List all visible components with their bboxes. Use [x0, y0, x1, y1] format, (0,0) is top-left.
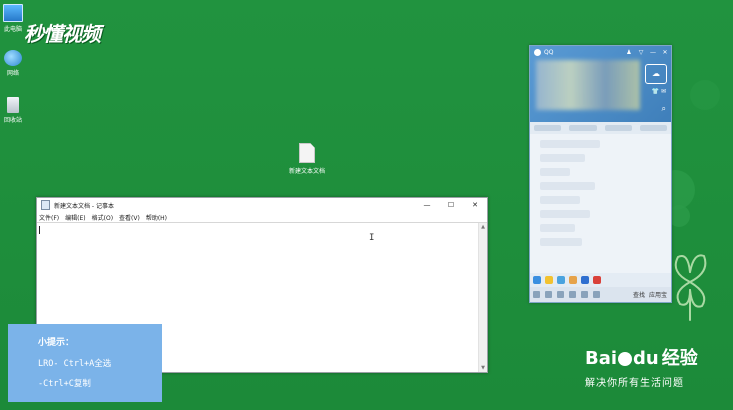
menu-file[interactable]: 文件(F) [39, 213, 59, 222]
list-item[interactable] [540, 238, 582, 246]
folder-icon[interactable] [581, 291, 588, 298]
desktop-text-file[interactable]: 新建文本文档 [288, 143, 326, 175]
text-file-icon [299, 143, 315, 163]
qq-penguin-icon [534, 48, 541, 56]
close-button[interactable]: ✕ [463, 198, 487, 212]
desktop-icon-this-pc[interactable]: 此电脑 [0, 4, 26, 33]
desktop-icon-label: 网络 [6, 70, 19, 77]
notepad-titlebar[interactable]: 新建文本文档 - 记事本 — ☐ ✕ [37, 198, 487, 212]
settings-gear-icon[interactable] [545, 291, 552, 298]
tip-title: 小提示： [38, 338, 75, 348]
qq-profile-blurred[interactable] [536, 60, 640, 110]
recycle-bin-icon [7, 97, 19, 113]
list-item[interactable] [540, 196, 580, 204]
qq-header: QQ ♟ ▽ — ✕ ☁ 👕 ✉ ⌕ [530, 46, 671, 122]
qq-title: QQ [544, 48, 554, 56]
qq-app-icon[interactable] [557, 276, 565, 284]
baidu-logo-left: Bai [585, 348, 618, 369]
menu-help[interactable]: 帮助(H) [146, 213, 167, 222]
qq-app-icon[interactable] [569, 276, 577, 284]
menu-format[interactable]: 格式(O) [92, 213, 113, 222]
tip-box: 小提示： LRO- Ctrl+A全选 -Ctrl+C复制 [8, 324, 162, 402]
qq-app-icon[interactable] [581, 276, 589, 284]
baidu-logo-right: du [633, 348, 659, 369]
baidu-paw-icon [618, 352, 633, 366]
network-globe-icon [4, 50, 22, 66]
desktop-icon-recycle-bin[interactable]: 回收站 [0, 97, 26, 124]
find-icon[interactable] [593, 291, 600, 298]
four-leaf-decoration-icon [674, 254, 707, 321]
qq-minimize-button[interactable]: — [647, 49, 659, 56]
qq-tab-bar [530, 122, 671, 134]
computer-icon [3, 4, 23, 22]
desktop-file-label: 新建文本文档 [288, 168, 325, 175]
text-caret [39, 226, 40, 234]
notepad-app-icon [41, 200, 50, 210]
file-icon[interactable] [569, 291, 576, 298]
qq-main-panel: QQ ♟ ▽ — ✕ ☁ 👕 ✉ ⌕ 查找 应用宝 [529, 45, 672, 303]
qq-skin-button[interactable]: ♟ [623, 49, 635, 56]
menu-view[interactable]: 查看(V) [119, 213, 140, 222]
qq-app-icon[interactable] [593, 276, 601, 284]
weather-cloud-icon[interactable]: ☁ [645, 64, 667, 84]
qq-app-icons-row [530, 273, 671, 287]
list-item[interactable] [540, 140, 600, 148]
scroll-up-icon[interactable]: ▲ [479, 223, 487, 231]
qq-app-icon[interactable] [533, 276, 541, 284]
qq-tab[interactable] [534, 125, 562, 131]
qq-status-icons[interactable]: 👕 ✉ [652, 88, 666, 95]
minimize-button[interactable]: — [415, 198, 439, 212]
qq-app-icon[interactable] [545, 276, 553, 284]
miaodong-logo: 秒懂视频 [24, 22, 101, 46]
baidu-jingyan-watermark: Bai du 经验 解决你所有生活问题 [585, 344, 725, 389]
notepad-menubar: 文件(F) 编辑(E) 格式(O) 查看(V) 帮助(H) [37, 212, 487, 222]
qq-close-button[interactable]: ✕ [659, 49, 671, 56]
qq-titlebar[interactable]: QQ ♟ ▽ — ✕ [530, 46, 671, 58]
list-item[interactable] [540, 224, 575, 232]
scroll-down-icon[interactable]: ▼ [479, 364, 487, 372]
ibeam-cursor-icon: I [369, 233, 375, 243]
list-item[interactable] [540, 154, 585, 162]
sound-icon[interactable] [557, 291, 564, 298]
qq-tab[interactable] [569, 125, 597, 131]
qq-tab[interactable] [604, 125, 632, 131]
decor-circle [690, 80, 720, 110]
desktop-icon-label: 此电脑 [3, 26, 22, 33]
baidu-logo: Bai du 经验 [585, 344, 725, 370]
qq-contact-list[interactable] [530, 134, 671, 272]
list-item[interactable] [540, 182, 595, 190]
qq-menu-button[interactable]: ▽ [635, 49, 647, 56]
qq-tab[interactable] [639, 125, 667, 131]
desktop-icon-network[interactable]: 网络 [0, 50, 26, 77]
menu-edit[interactable]: 编辑(E) [65, 213, 85, 222]
list-item[interactable] [540, 168, 570, 176]
tip-line-2: -Ctrl+C复制 [38, 379, 91, 389]
baidu-slogan: 解决你所有生活问题 [585, 378, 684, 389]
main-menu-icon[interactable] [533, 291, 540, 298]
tip-line-1: LRO- Ctrl+A全选 [38, 359, 112, 369]
maximize-button[interactable]: ☐ [439, 198, 463, 212]
search-icon[interactable]: ⌕ [662, 104, 666, 114]
list-item[interactable] [540, 210, 590, 218]
qq-bottom-toolbar: 查找 应用宝 [530, 287, 671, 302]
jingyan-label: 经验 [661, 348, 698, 369]
notepad-title: 新建文本文档 - 记事本 [54, 202, 114, 210]
vertical-scrollbar[interactable]: ▲ ▼ [478, 223, 487, 372]
qq-find-button[interactable]: 查找 [633, 290, 645, 299]
desktop-icon-label: 回收站 [3, 117, 22, 124]
